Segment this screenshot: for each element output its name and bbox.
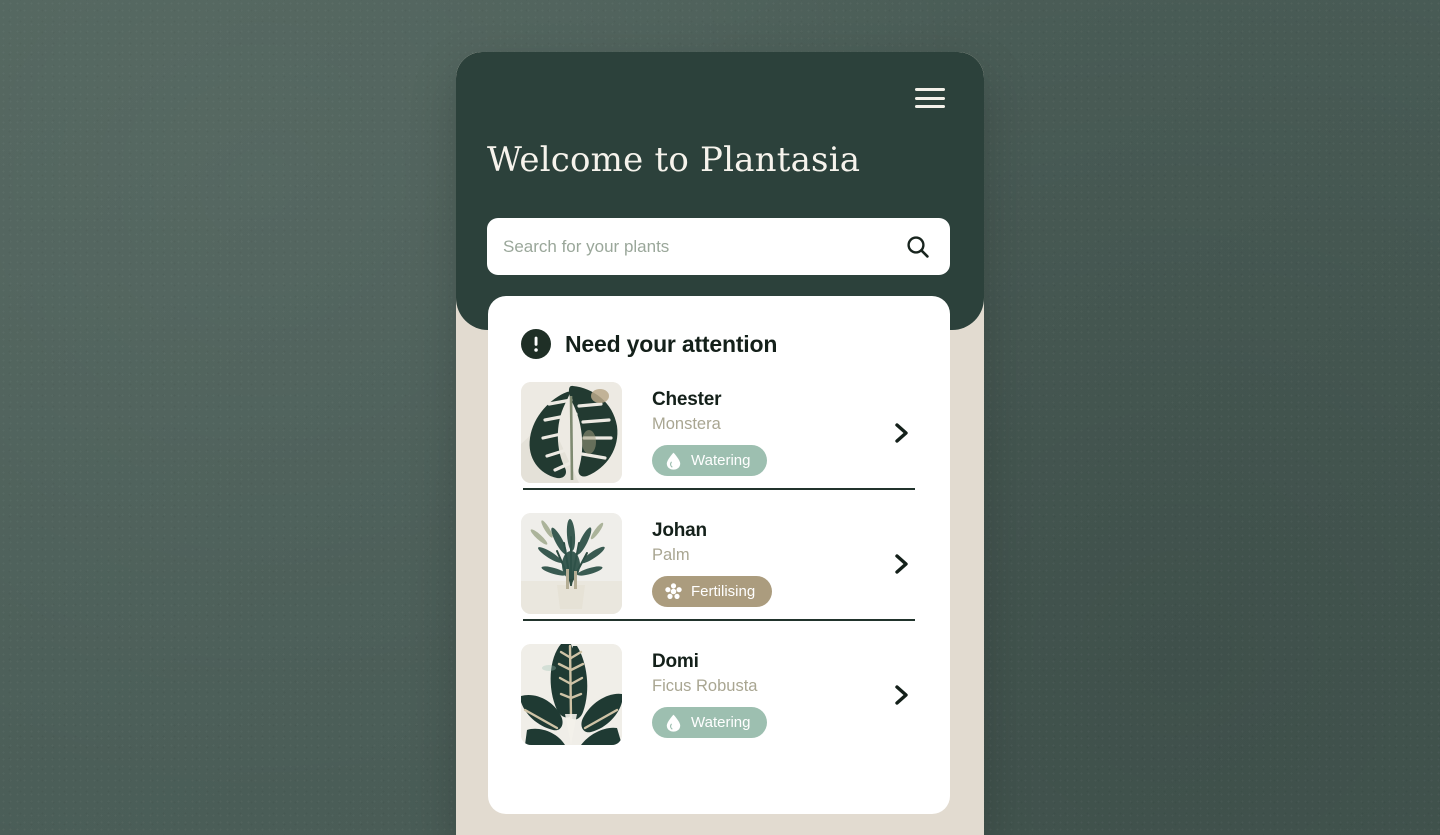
exclamation-icon: [521, 329, 551, 359]
hamburger-menu-icon[interactable]: [913, 85, 947, 111]
plant-info: Domi Ficus Robusta Watering: [622, 651, 889, 739]
plant-species: Monstera: [652, 414, 721, 433]
chevron-right-icon[interactable]: [889, 420, 915, 446]
plant-name: Johan: [652, 519, 707, 541]
ficus-photo: [521, 644, 622, 745]
badge-label: Watering: [691, 714, 751, 732]
badge-label: Fertilising: [691, 583, 756, 601]
plant-name: Domi: [652, 650, 699, 672]
water-drop-icon: [665, 714, 682, 732]
chevron-right-icon[interactable]: [889, 551, 915, 577]
monstera-photo: [521, 382, 622, 483]
app-header: Welcome to Plantasia: [456, 52, 984, 330]
plant-species: Palm: [652, 545, 690, 564]
plant-row[interactable]: Domi Ficus Robusta Watering: [521, 621, 917, 750]
phone-frame: Welcome to Plantasia Need your attention: [456, 52, 984, 835]
plant-name: Chester: [652, 388, 722, 410]
plant-row[interactable]: Chester Monstera Watering: [521, 359, 917, 488]
chevron-right-icon[interactable]: [889, 682, 915, 708]
search-input[interactable]: [503, 236, 904, 257]
palm-photo: [521, 513, 622, 614]
section-header: Need your attention: [488, 296, 950, 359]
plant-list: Chester Monstera Watering Johan Palm Fer…: [488, 359, 950, 750]
section-title: Need your attention: [565, 330, 778, 357]
attention-card: Need your attention Chester Monstera Wat…: [488, 296, 950, 814]
menu-bar-bottom: [915, 105, 945, 108]
menu-bar-middle: [915, 96, 945, 100]
menu-bar-top: [915, 88, 945, 91]
status-badge[interactable]: Fertilising: [652, 576, 773, 608]
page-title: Welcome to Plantasia: [487, 140, 861, 180]
water-drop-icon: [665, 452, 682, 470]
plant-info: Chester Monstera Watering: [622, 389, 889, 477]
flower-icon: [665, 583, 682, 600]
search-icon[interactable]: [904, 233, 932, 261]
plant-info: Johan Palm Fertilising: [622, 520, 889, 608]
status-badge[interactable]: Watering: [652, 707, 768, 739]
status-badge[interactable]: Watering: [652, 445, 768, 477]
badge-label: Watering: [691, 452, 751, 470]
plant-species: Ficus Robusta: [652, 676, 758, 695]
plant-row[interactable]: Johan Palm Fertilising: [521, 490, 917, 619]
search-bar[interactable]: [487, 218, 950, 275]
